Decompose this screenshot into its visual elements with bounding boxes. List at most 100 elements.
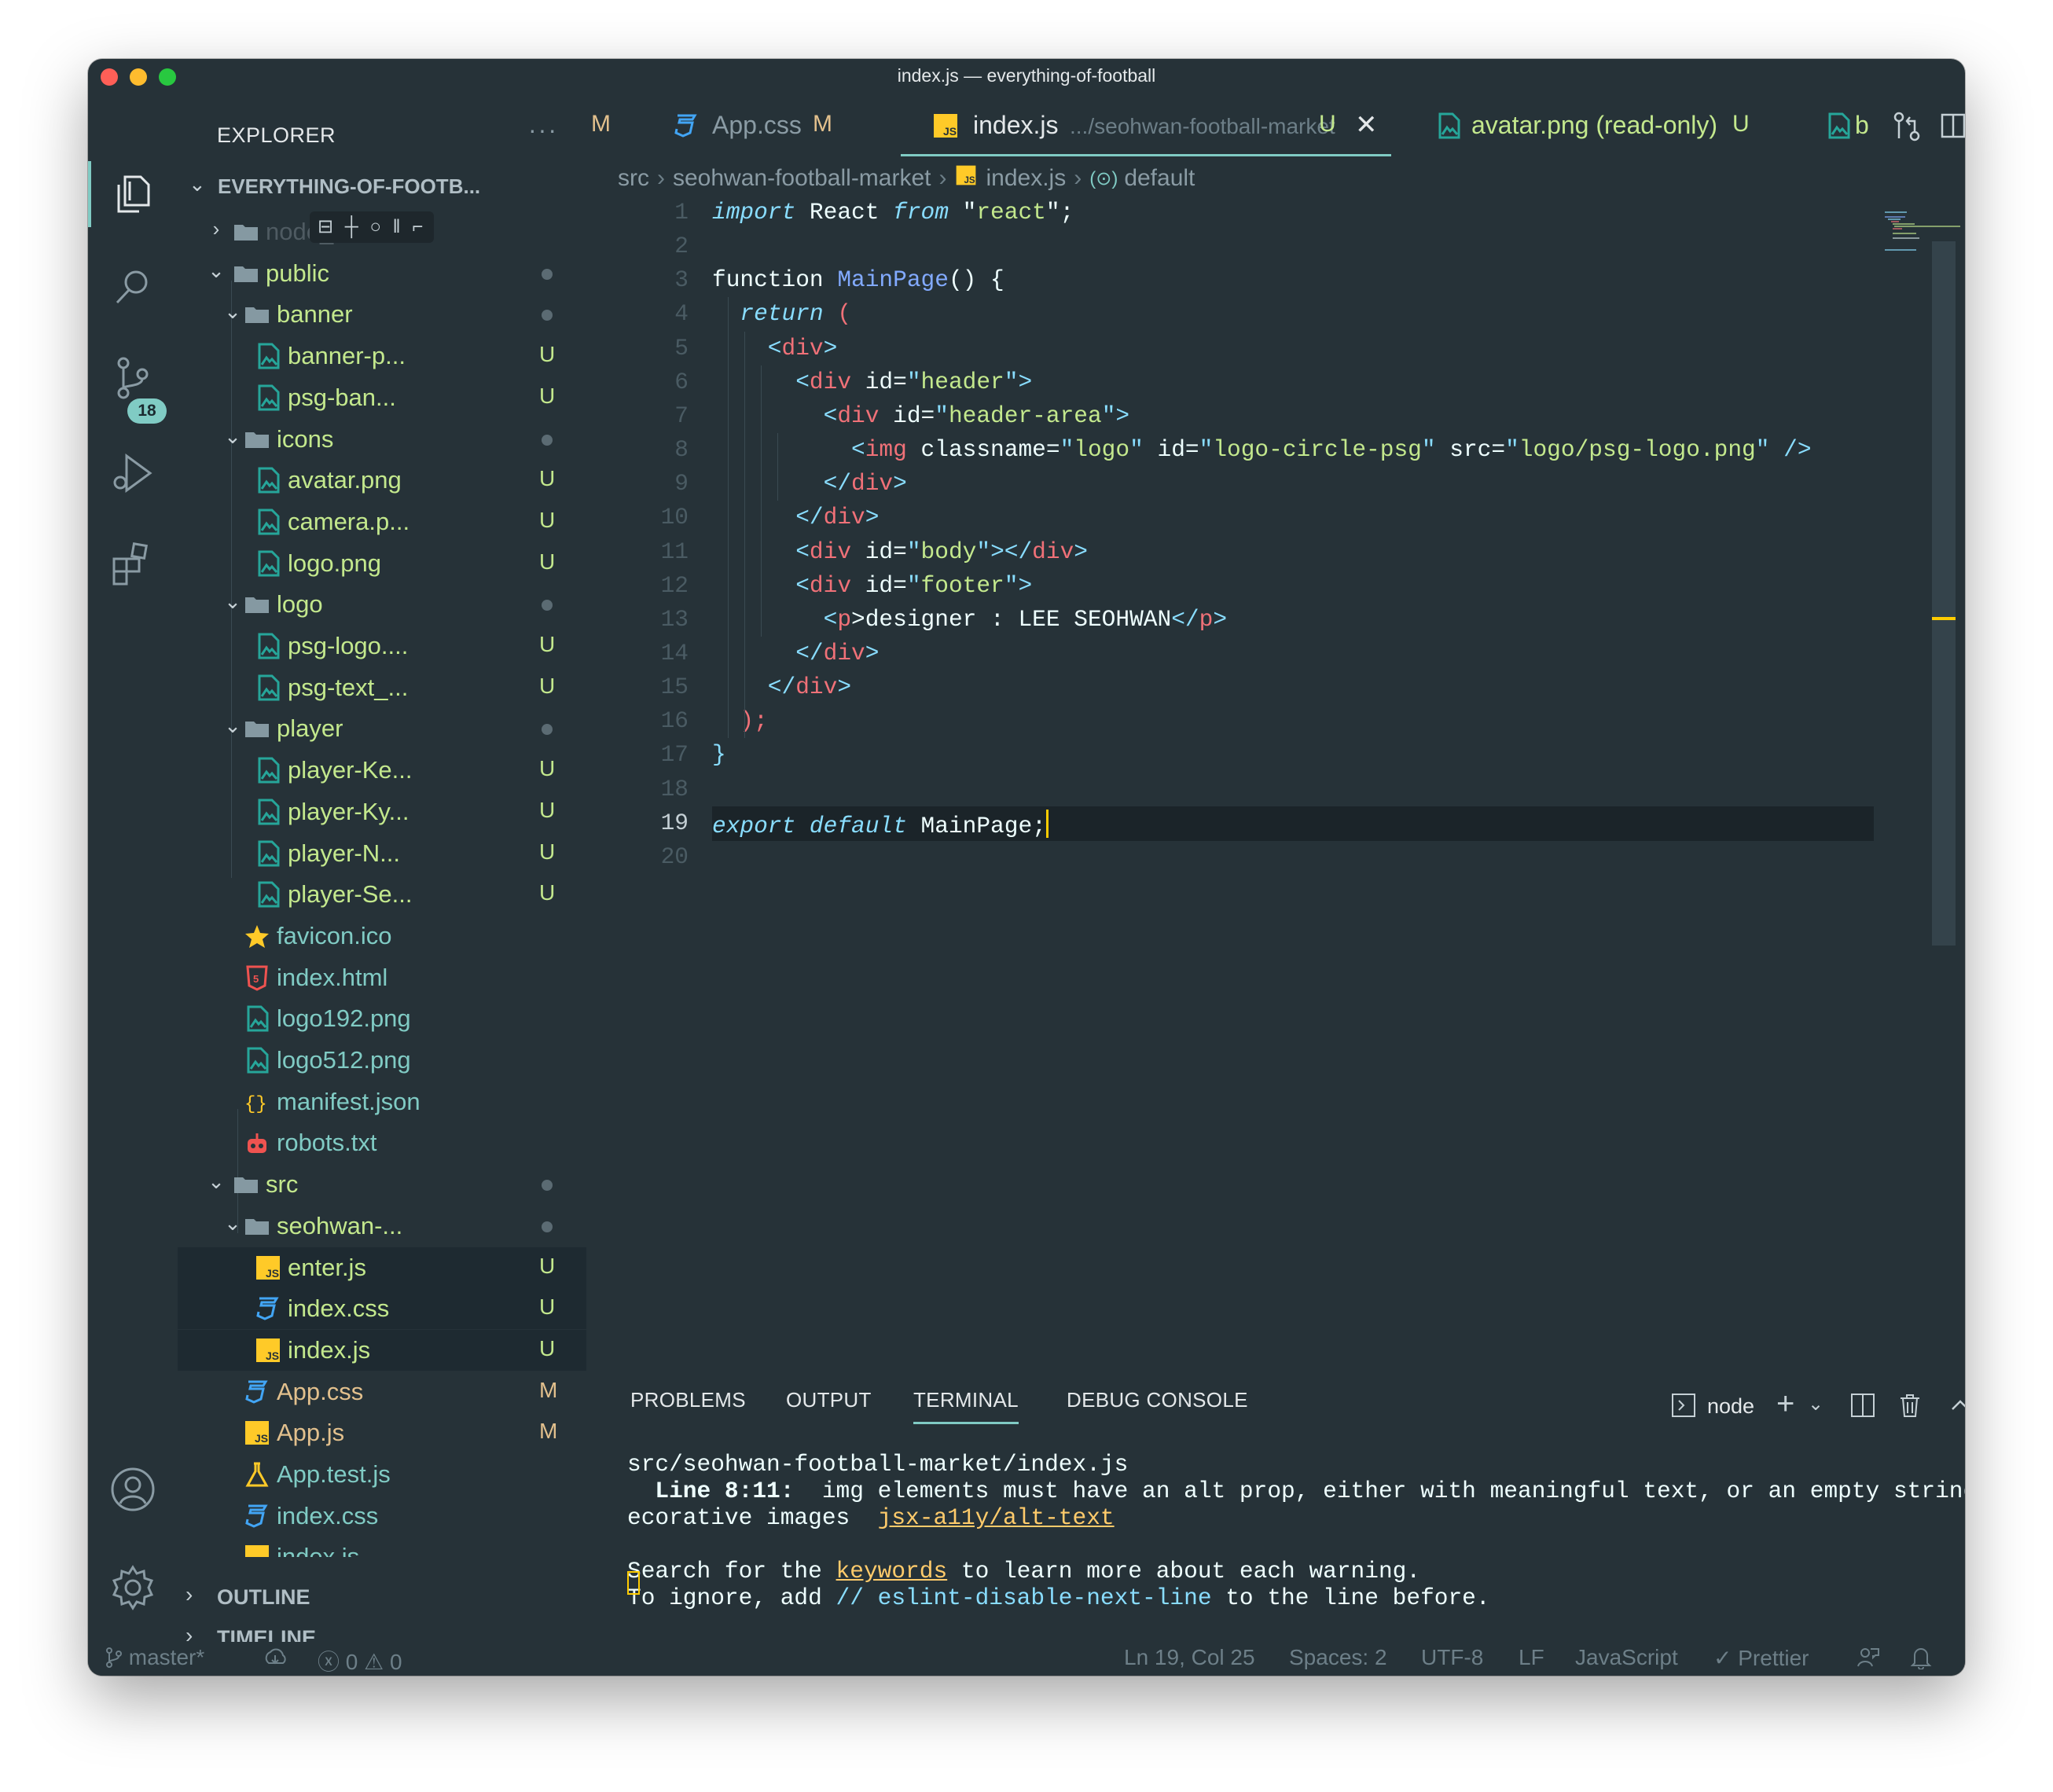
code-line[interactable]: 4 return ( xyxy=(586,297,1965,331)
encoding[interactable]: UTF-8 xyxy=(1421,1645,1483,1670)
code-line[interactable]: 13 <p>designer : LEE SEOHWAN</p> xyxy=(586,603,1965,637)
chevron-down-icon[interactable]: ⌄ xyxy=(1808,1393,1823,1416)
tab-overflow[interactable]: M xyxy=(586,92,637,156)
code-line[interactable]: 18 xyxy=(586,773,1965,806)
terminal-select[interactable]: node xyxy=(1707,1394,1754,1419)
branch-item[interactable]: master* xyxy=(105,1645,204,1670)
source-control-icon[interactable] xyxy=(109,355,156,402)
tree-file[interactable]: player-Ke... U xyxy=(178,750,586,791)
tree-file[interactable]: App.css M xyxy=(178,1372,586,1412)
tree-folder[interactable]: ⌄ banner xyxy=(178,294,586,335)
minimize-window-button[interactable] xyxy=(130,68,147,86)
tree-file[interactable]: index.css U xyxy=(178,1288,586,1330)
breadcrumb-item[interactable]: src xyxy=(618,165,649,192)
code-line[interactable]: 12 <div id="footer"> xyxy=(586,569,1965,603)
code-line[interactable]: 8 <img classname="logo" id="logo-circle-… xyxy=(586,433,1965,467)
tab-app-css[interactable]: App.css M xyxy=(673,92,869,156)
code-line[interactable]: 20 xyxy=(586,840,1965,874)
breadcrumb-item[interactable]: default xyxy=(1124,165,1195,192)
editor-scrollbar[interactable] xyxy=(1932,241,1956,946)
code-line[interactable]: 1 import React from "react"; xyxy=(586,196,1965,230)
code-line[interactable]: 11 <div id="body"></div> xyxy=(586,535,1965,569)
chevron-down-icon[interactable]: ⌄ xyxy=(221,714,244,738)
breadcrumb-item[interactable]: index.js xyxy=(986,165,1067,192)
tree-file[interactable]: psg-logo.... U xyxy=(178,626,586,666)
code-line[interactable]: 17} xyxy=(586,738,1965,772)
indentation[interactable]: Spaces: 2 xyxy=(1289,1645,1387,1670)
tree-file[interactable]: robots.txt xyxy=(178,1122,586,1163)
split-editor-icon[interactable] xyxy=(1940,112,1965,143)
code-line[interactable]: 19 export default MainPage; xyxy=(586,806,1965,841)
zoom-window-button[interactable] xyxy=(159,68,176,86)
code-line[interactable]: 3 function MainPage() { xyxy=(586,263,1965,297)
split-terminal-icon[interactable] xyxy=(1850,1393,1875,1422)
tree-file[interactable]: avatar.png U xyxy=(178,460,586,501)
tree-folder[interactable]: ⌄ seohwan-... xyxy=(178,1206,586,1247)
tree-file[interactable]: index.css xyxy=(178,1496,586,1537)
tree-file[interactable]: JS index.js xyxy=(178,1537,586,1558)
settings-gear-icon[interactable] xyxy=(109,1564,156,1611)
tree-file[interactable]: player-Se... U xyxy=(178,874,586,915)
tree-file[interactable]: psg-ban... U xyxy=(178,377,586,418)
rule-link[interactable]: jsx-a11y/alt-text xyxy=(878,1504,1115,1531)
code-line[interactable]: 5 <div> xyxy=(586,332,1965,365)
hover-toolbar[interactable]: ⊟ ┼ ○ ‖ ⌐ xyxy=(310,211,435,243)
workspace-root-folder[interactable]: ⌄ EVERYTHING-OF-FOOTB... xyxy=(178,171,586,205)
run-debug-icon[interactable] xyxy=(109,450,156,497)
outline-section[interactable]: › OUTLINE xyxy=(178,1577,586,1617)
chevron-down-icon[interactable]: ⌄ xyxy=(221,424,244,449)
tree-file[interactable]: logo512.png xyxy=(178,1040,586,1081)
tree-file[interactable]: JS enter.js U xyxy=(178,1247,586,1288)
tab-terminal[interactable]: TERMINAL xyxy=(913,1388,1019,1424)
language-mode[interactable]: JavaScript xyxy=(1575,1645,1678,1670)
close-tab-icon[interactable]: ✕ xyxy=(1355,109,1378,141)
prettier-item[interactable]: ✓ Prettier xyxy=(1713,1645,1809,1671)
chevron-down-icon[interactable]: ⌄ xyxy=(221,299,244,324)
code-line[interactable]: 2 xyxy=(586,230,1965,263)
open-changes-icon[interactable] xyxy=(1891,111,1923,146)
account-icon[interactable] xyxy=(109,1466,156,1513)
tab-output[interactable]: OUTPUT xyxy=(786,1388,872,1412)
close-window-button[interactable] xyxy=(101,68,118,86)
tree-folder[interactable]: ⌄ src xyxy=(178,1164,586,1205)
trash-icon[interactable] xyxy=(1897,1393,1923,1422)
chevron-down-icon[interactable]: ⌄ xyxy=(221,1211,244,1236)
tree-file[interactable]: JS App.js M xyxy=(178,1412,586,1453)
cursor-position[interactable]: Ln 19, Col 25 xyxy=(1124,1645,1255,1670)
tree-file[interactable]: banner-p... U xyxy=(178,336,586,376)
tree-file[interactable]: JS index.js U xyxy=(178,1329,586,1371)
tree-file[interactable]: {} manifest.json xyxy=(178,1081,586,1122)
breadcrumb-item[interactable]: seohwan-football-market xyxy=(673,165,931,192)
code-line[interactable]: 6 <div id="header"> xyxy=(586,365,1965,399)
code-line[interactable]: 10 </div> xyxy=(586,501,1965,534)
tree-file[interactable]: logo192.png xyxy=(178,998,586,1039)
search-icon[interactable] xyxy=(109,263,156,310)
tab-problems[interactable]: PROBLEMS xyxy=(630,1388,746,1412)
problems-item[interactable]: ⓧ 0 ⚠ 0 xyxy=(318,1645,402,1676)
terminal-output[interactable]: src/seohwan-football-market/index.js Lin… xyxy=(627,1451,1965,1611)
chevron-down-icon[interactable]: ⌄ xyxy=(204,1170,228,1194)
tree-file[interactable]: App.test.js xyxy=(178,1454,586,1495)
tree-file[interactable]: player-N... U xyxy=(178,833,586,874)
extensions-icon[interactable] xyxy=(109,540,156,587)
feedback-icon[interactable] xyxy=(1857,1645,1880,1670)
tree-file[interactable]: player-Ky... U xyxy=(178,791,586,832)
explorer-more-actions-icon[interactable]: ··· xyxy=(528,116,558,145)
tree-file[interactable]: favicon.ico xyxy=(178,916,586,957)
tree-file[interactable]: logo.png U xyxy=(178,543,586,584)
code-line[interactable]: 16 ); xyxy=(586,704,1965,738)
explorer-icon[interactable] xyxy=(88,161,156,227)
code-line[interactable]: 7 <div id="header-area"> xyxy=(586,399,1965,433)
code-line[interactable]: 15 </div> xyxy=(586,670,1965,704)
tab-index-js[interactable]: JS index.js .../seohwan-football-market … xyxy=(901,92,1391,156)
tree-file[interactable]: camera.p... U xyxy=(178,501,586,542)
tree-folder[interactable]: ›node_modules⊟ ┼ ○ ‖ ⌐ xyxy=(178,211,586,252)
tree-file[interactable]: 5 index.html xyxy=(178,957,586,998)
code-line[interactable]: 9 </div> xyxy=(586,467,1965,501)
sync-icon[interactable] xyxy=(263,1645,288,1670)
end-of-line[interactable]: LF xyxy=(1519,1645,1544,1670)
tab-debug-console[interactable]: DEBUG CONSOLE xyxy=(1067,1388,1248,1412)
chevron-down-icon[interactable]: ⌄ xyxy=(221,589,244,614)
maximize-panel-icon[interactable] xyxy=(1948,1393,1965,1422)
tab-avatar-png[interactable]: avatar.png (read-only) U xyxy=(1435,92,1773,156)
